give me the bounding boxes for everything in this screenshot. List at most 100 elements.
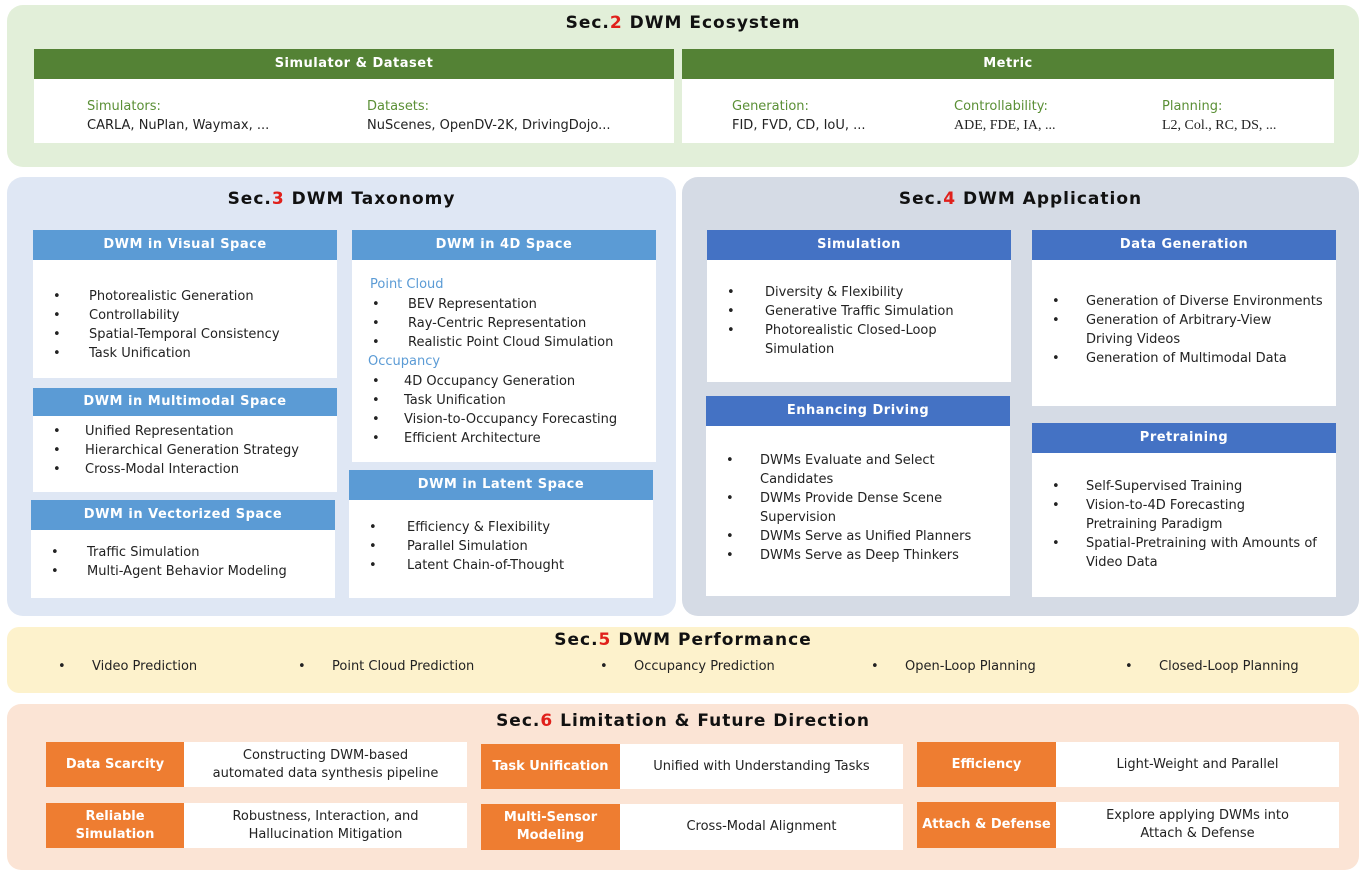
limitation-label-data-scarcity: Data Scarcity [46, 742, 184, 787]
simulation-box: Simulation Diversity & Flexibility Gener… [707, 230, 1011, 382]
list-item: 4D Occupancy Generation [352, 372, 656, 391]
data-generation-list: Generation of Diverse Environments Gener… [1032, 292, 1336, 368]
controllability-column: Controllability: ADE, FDE, IA, ... [954, 99, 1056, 134]
performance-title: Sec.5 DWM Performance [554, 630, 812, 650]
list-item: Parallel Simulation [349, 537, 653, 556]
generation-value: FID, FVD, CD, IoU, ... [732, 118, 866, 133]
visual-space-box: DWM in Visual Space Photorealistic Gener… [33, 230, 337, 378]
performance-panel: Sec.5 DWM Performance • Video Prediction … [7, 627, 1359, 693]
list-item: Generative Traffic Simulation [707, 302, 1011, 321]
list-item: DWMs Provide Dense Scene Supervision [706, 489, 1010, 527]
simulator-dataset-header: Simulator & Dataset [34, 49, 674, 79]
limitation-title: Sec.6 Limitation & Future Direction [496, 711, 870, 731]
visual-space-header: DWM in Visual Space [33, 230, 337, 260]
list-item: Traffic Simulation [31, 543, 335, 562]
limitation-label-attach-defense: Attach & Defense [917, 802, 1056, 848]
limitation-text-efficiency: Light-Weight and Parallel [1056, 742, 1339, 787]
metric-box: Metric Generation: FID, FVD, CD, IoU, ..… [682, 49, 1334, 143]
pretraining-box: Pretraining Self-Supervised Training Vis… [1032, 423, 1336, 597]
occupancy-label: Occupancy [368, 354, 441, 369]
performance-item: • Point Cloud Prediction [298, 659, 475, 674]
pretraining-header: Pretraining [1032, 423, 1336, 453]
limitation-label-reliable-simulation: Reliable Simulation [46, 803, 184, 848]
limitation-text-task-unification: Unified with Understanding Tasks [620, 744, 903, 789]
list-item: Task Unification [352, 391, 656, 410]
enhancing-driving-box: Enhancing Driving DWMs Evaluate and Sele… [706, 396, 1010, 596]
performance-item: • Video Prediction [58, 659, 198, 674]
limitation-text-data-scarcity: Constructing DWM-based automated data sy… [184, 742, 467, 787]
list-item: DWMs Evaluate and Select Candidates [706, 451, 1010, 489]
ecosystem-title: Sec.2 DWM Ecosystem [565, 13, 801, 33]
latent-space-box: DWM in Latent Space Efficiency & Flexibi… [349, 470, 653, 598]
data-generation-header: Data Generation [1032, 230, 1336, 260]
visual-space-list: Photorealistic Generation Controllabilit… [33, 287, 337, 363]
vectorized-space-header: DWM in Vectorized Space [31, 500, 335, 530]
simulator-dataset-box: Simulator & Dataset Simulators: CARLA, N… [34, 49, 674, 143]
list-item: Generation of Multimodal Data [1032, 349, 1336, 368]
multimodal-space-header: DWM in Multimodal Space [33, 388, 337, 416]
controllability-label: Controllability: [954, 99, 1048, 114]
planning-label: Planning: [1162, 99, 1223, 114]
list-item: Cross-Modal Interaction [33, 460, 337, 479]
performance-item: • Occupancy Prediction [600, 659, 775, 674]
application-panel: Sec.4 DWM Application Simulation Diversi… [682, 177, 1359, 616]
ecosystem-panel: Sec.2 DWM Ecosystem Simulator & Dataset … [7, 5, 1359, 167]
list-item: Vision-to-4D Forecasting Pretraining Par… [1032, 496, 1336, 534]
planning-value: L2, Col., RC, DS, ... [1162, 118, 1277, 133]
vectorized-space-box: DWM in Vectorized Space Traffic Simulati… [31, 500, 335, 598]
datasets-label: Datasets: [367, 99, 430, 114]
list-item: Controllability [33, 306, 337, 325]
vectorized-space-list: Traffic Simulation Multi-Agent Behavior … [31, 543, 335, 581]
list-item: Spatial-Temporal Consistency [33, 325, 337, 344]
list-item: Ray-Centric Representation [352, 314, 656, 333]
metric-header: Metric [682, 49, 1334, 79]
limitation-text-reliable-simulation: Robustness, Interaction, and Hallucinati… [184, 803, 467, 848]
simulation-header: Simulation [707, 230, 1011, 260]
enhancing-driving-list: DWMs Evaluate and Select Candidates DWMs… [706, 451, 1010, 565]
list-item: Task Unification [33, 344, 337, 363]
list-item: Diversity & Flexibility [707, 283, 1011, 302]
latent-space-header: DWM in Latent Space [349, 470, 653, 500]
performance-item: • Open-Loop Planning [871, 659, 1036, 674]
limitation-text-attach-defense: Explore applying DWMs into Attach & Defe… [1056, 802, 1339, 848]
simulators-value: CARLA, NuPlan, Waymax, ... [87, 118, 270, 133]
limitation-label-task-unification: Task Unification [481, 744, 620, 789]
list-item: BEV Representation [352, 295, 656, 314]
planning-column: Planning: L2, Col., RC, DS, ... [1162, 99, 1276, 134]
list-item: Realistic Point Cloud Simulation [352, 333, 656, 352]
limitation-label-multi-sensor: Multi-Sensor Modeling [481, 804, 620, 850]
list-item: Hierarchical Generation Strategy [33, 441, 337, 460]
list-item: Spatial-Pretraining with Amounts of Vide… [1032, 534, 1336, 572]
generation-column: Generation: FID, FVD, CD, IoU, ... [732, 99, 866, 133]
list-item: Photorealistic Closed-Loop Simulation [707, 321, 1011, 359]
performance-item: • Closed-Loop Planning [1125, 659, 1299, 674]
list-item: Multi-Agent Behavior Modeling [31, 562, 335, 581]
data-generation-box: Data Generation Generation of Diverse En… [1032, 230, 1336, 406]
list-item: Generation of Arbitrary-View Driving Vid… [1032, 311, 1336, 349]
generation-label: Generation: [732, 99, 809, 114]
enhancing-driving-header: Enhancing Driving [706, 396, 1010, 426]
taxonomy-panel: Sec.3 DWM Taxonomy DWM in Visual Space P… [7, 177, 676, 616]
simulation-list: Diversity & Flexibility Generative Traff… [707, 283, 1011, 359]
list-item: DWMs Serve as Deep Thinkers [706, 546, 1010, 565]
occupancy-list: 4D Occupancy Generation Task Unification… [352, 372, 656, 448]
list-item: Efficient Architecture [352, 429, 656, 448]
list-item: Self-Supervised Training [1032, 477, 1336, 496]
space-4d-box: DWM in 4D Space Point Cloud BEV Represen… [352, 230, 656, 462]
list-item: Photorealistic Generation [33, 287, 337, 306]
point-cloud-label: Point Cloud [370, 277, 444, 292]
latent-space-list: Efficiency & Flexibility Parallel Simula… [349, 518, 653, 575]
list-item: Generation of Diverse Environments [1032, 292, 1336, 311]
datasets-column: Datasets: NuScenes, OpenDV-2K, DrivingDo… [367, 99, 610, 133]
application-title: Sec.4 DWM Application [898, 189, 1143, 209]
list-item: DWMs Serve as Unified Planners [706, 527, 1010, 546]
controllability-value: ADE, FDE, IA, ... [954, 118, 1056, 133]
pretraining-list: Self-Supervised Training Vision-to-4D Fo… [1032, 477, 1336, 572]
limitation-text-multi-sensor: Cross-Modal Alignment [620, 804, 903, 850]
multimodal-space-box: DWM in Multimodal Space Unified Represen… [33, 388, 337, 492]
list-item: Unified Representation [33, 422, 337, 441]
datasets-value: NuScenes, OpenDV-2K, DrivingDojo... [367, 118, 611, 133]
taxonomy-title: Sec.3 DWM Taxonomy [227, 189, 456, 209]
list-item: Vision-to-Occupancy Forecasting [352, 410, 656, 429]
list-item: Efficiency & Flexibility [349, 518, 653, 537]
